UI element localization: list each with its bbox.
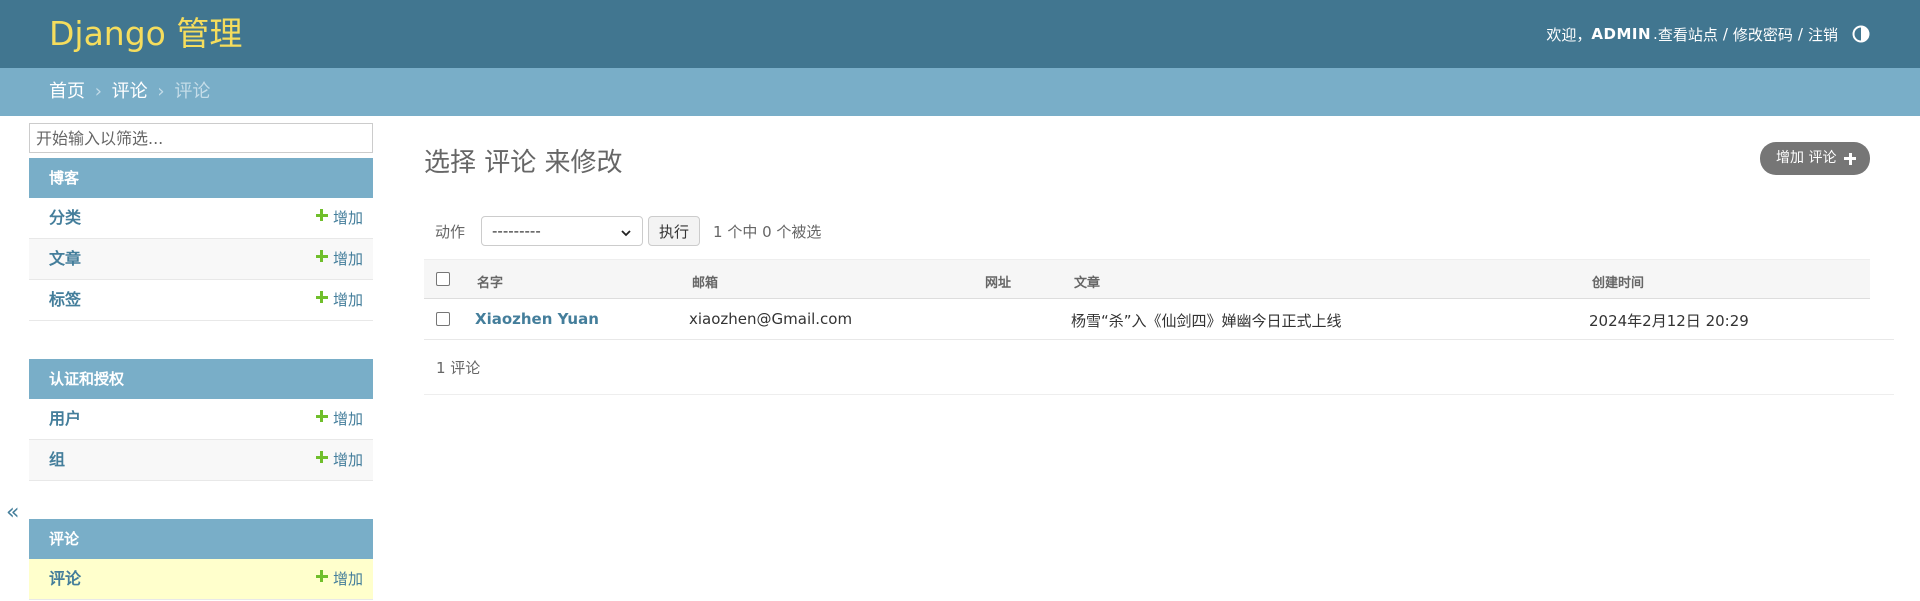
plus-icon [1844,152,1857,165]
column-header-name[interactable]: 名字 [477,272,503,291]
sidebar-item-group: 组 增加 [29,440,373,481]
plus-icon [315,451,328,463]
add-article-link[interactable]: 增加 [315,239,363,279]
select-all-checkbox[interactable] [436,272,450,286]
add-category-link[interactable]: 增加 [315,198,363,238]
column-header-url[interactable]: 网址 [985,272,1011,291]
table-header: 名字 邮箱 网址 文章 创建时间 [424,259,1870,299]
add-comment-link[interactable]: 增加 [315,559,363,599]
module-caption-blog[interactable]: 博客 [29,158,373,198]
breadcrumb-home[interactable]: 首页 [49,81,85,102]
add-label: 增加 [332,410,363,428]
module-caption-comments[interactable]: 评论 [29,519,373,559]
action-select-value: --------- [492,222,541,240]
column-header-email[interactable]: 邮箱 [692,272,718,291]
breadcrumb: 首页 › 评论 › 评论 [0,68,1920,116]
sidebar-item-tag: 标签 增加 [29,280,373,321]
add-group-link[interactable]: 增加 [315,440,363,480]
comment-article: 杨雪“杀”入《仙剑四》婵幽今日正式上线 [1071,312,1342,330]
page-title: 选择 评论 来修改 [424,148,623,178]
plus-icon [315,570,328,582]
add-label: 增加 [332,209,363,227]
logout-link[interactable]: 注销 [1808,24,1838,45]
add-user-link[interactable]: 增加 [315,399,363,439]
column-header-created[interactable]: 创建时间 [1592,272,1644,291]
separator: / [1722,25,1728,43]
add-comment-button[interactable]: 增加 评论 [1760,142,1870,175]
add-label: 增加 [332,570,363,588]
user-tools: 欢迎， ADMIN . 查看站点 / 修改密码 / 注销 [1546,24,1870,44]
comment-created: 2024年2月12日 20:29 [1589,312,1749,330]
sidebar-item-label[interactable]: 组 [49,440,65,480]
header: Django 管理 欢迎， ADMIN . 查看站点 / 修改密码 / 注销 [0,0,1920,68]
chevron-down-icon [620,225,632,237]
sidebar-item-label[interactable]: 标签 [49,280,81,320]
site-branding[interactable]: Django 管理 [49,14,242,54]
column-header-article[interactable]: 文章 [1074,272,1100,291]
module-caption-auth[interactable]: 认证和授权 [29,359,373,399]
action-select[interactable]: --------- [481,216,644,246]
table-row: Xiaozhen Yuan xiaozhen@Gmail.com 杨雪“杀”入《… [424,299,1894,340]
sidebar-item-category: 分类 增加 [29,198,373,239]
breadcrumb-current: 评论 [174,81,211,102]
change-password-link[interactable]: 修改密码 [1733,24,1793,45]
sidebar-item-label[interactable]: 用户 [49,399,81,439]
add-label: 增加 [332,250,363,268]
sidebar-item-comment: 评论 增加 [29,559,373,600]
welcome-text: 欢迎， [1546,25,1592,44]
sidebar-item-label[interactable]: 文章 [49,239,81,279]
view-site-link[interactable]: 查看站点 [1658,24,1718,45]
plus-icon [315,410,328,422]
sidebar-item-label[interactable]: 分类 [49,198,81,238]
sidebar: 博客 分类 增加 文章 增加 标签 增加 认证和授权 用户 增加 组 增加 评论… [29,116,373,601]
breadcrumb-app[interactable]: 评论 [112,81,148,102]
add-label: 增加 [332,451,363,469]
row-checkbox[interactable] [436,312,450,326]
separator: / [1797,25,1803,43]
breadcrumb-separator: › [94,81,102,102]
actions-bar: 动作 --------- 执行 1 个中 0 个被选 [424,216,821,246]
sidebar-item-user: 用户 增加 [29,399,373,440]
theme-toggle-icon[interactable] [1852,25,1870,43]
breadcrumb-separator: › [157,81,165,102]
plus-icon [315,291,328,303]
comment-email: xiaozhen@Gmail.com [689,310,853,328]
go-button[interactable]: 执行 [648,216,701,246]
username: ADMIN [1591,25,1652,43]
sidebar-item-label[interactable]: 评论 [49,559,81,599]
action-label: 动作 [435,222,466,241]
comment-name-link[interactable]: Xiaozhen Yuan [475,310,599,328]
action-counter: 1 个中 0 个被选 [713,222,822,241]
add-button-label: 增加 评论 [1776,150,1837,166]
add-tag-link[interactable]: 增加 [315,280,363,320]
nav-filter-input[interactable] [29,123,373,153]
toggle-nav-sidebar-button[interactable]: « [6,500,19,525]
plus-icon [315,209,328,221]
paginator: 1 评论 [424,341,1894,395]
sidebar-item-article: 文章 增加 [29,239,373,280]
add-label: 增加 [332,291,363,309]
plus-icon [315,250,328,262]
